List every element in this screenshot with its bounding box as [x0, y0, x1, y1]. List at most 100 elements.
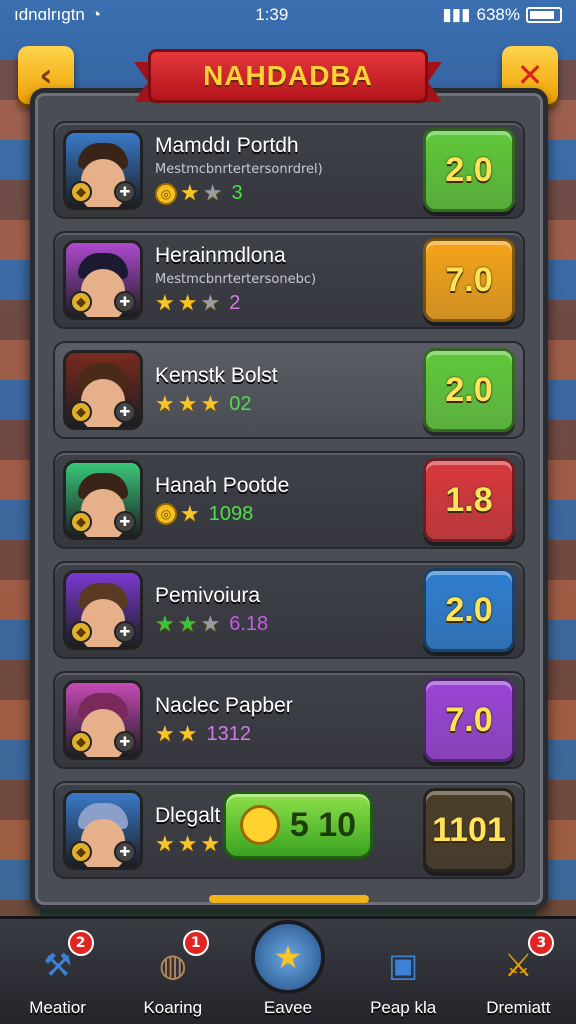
player-name: Kemstk Bolst [155, 363, 278, 387]
green-star-icon: ★ [155, 611, 175, 637]
rating-button[interactable]: 2.0 [423, 568, 515, 652]
rank-badge-icon: ◆ [70, 181, 92, 203]
grey-star-icon: ★ [200, 291, 221, 316]
class-badge-icon: ✚ [114, 511, 136, 533]
nav-item-4[interactable]: ▣ Peap kla [353, 936, 453, 1018]
nav-label: Peap kla [370, 998, 437, 1017]
rating-row: ★ ★ 1312 [155, 722, 423, 747]
player-card[interactable]: ◆ ✚ Kemstk Bolst ★ ★ ★ 02 2.0 [53, 341, 525, 439]
rating-button[interactable]: 7.0 [423, 238, 515, 322]
rank-badge-icon: ◆ [70, 401, 92, 423]
player-avatar[interactable]: ◆ ✚ [63, 570, 143, 650]
star-icon: ★ [155, 291, 175, 316]
player-score: 2 [229, 292, 241, 314]
carrier-label: ıdnɑlrıgtn [14, 5, 85, 24]
player-name: Naclec Papber [155, 693, 293, 717]
player-score: 3 [231, 182, 243, 204]
coin-icon [239, 805, 280, 845]
rating-row: ★ ★ ★ 02 [155, 392, 423, 417]
player-info: Hanah Pootde ◎ ★ 1098 [143, 474, 423, 527]
rating-button[interactable]: 2.0 [423, 348, 515, 432]
class-badge-icon: ✚ [114, 181, 136, 203]
player-info: Kemstk Bolst ★ ★ ★ 02 [143, 364, 423, 417]
player-subtitle: Mestmcbnrtertersonebc) [155, 272, 317, 287]
wifi-icon: ◔ [90, 5, 102, 24]
rating-button[interactable]: 2.0 [423, 128, 515, 212]
status-bar: ıdnɑlrıgtn ◔ 1:39 ▮▮▮ 638% [0, 0, 576, 30]
title-ribbon: NAHDADBA [134, 44, 442, 108]
player-avatar[interactable]: ◆ ✚ [63, 130, 143, 210]
player-avatar[interactable]: ◆ ✚ [63, 680, 143, 760]
leaderboard-panel: ◆ ✚ Mamddı Portdh Mestmcbnrtertersonrdrel)… [30, 88, 548, 910]
clock: 1:39 [255, 5, 289, 24]
star-icon: ★ [177, 291, 198, 316]
nav-item-1[interactable]: ⚒ Meatior 2 [8, 930, 108, 1018]
notification-badge: 1 [182, 930, 209, 956]
player-info: Herainmdlona Mestmcbnrtertersonebc) ★ ★ ★ 2 [143, 244, 423, 316]
star-icon: ★ [177, 831, 198, 857]
star-icon: ★ [250, 920, 325, 994]
card-list: ◆ ✚ Mamddı Portdh Mestmcbnrtertersonrdrel)… [53, 121, 525, 879]
player-name: Pemivoiura [155, 583, 261, 607]
star-icon: ★ [155, 831, 175, 857]
star-icon: ★ [155, 721, 175, 747]
green-star-icon: ★ [177, 611, 198, 637]
rank-badge-icon: ◆ [70, 621, 92, 643]
nav-label: Dremiatt [486, 998, 551, 1017]
star-icon: ★ [200, 391, 221, 417]
coin-icon: ◎ [155, 182, 177, 205]
star-icon: ★ [180, 501, 200, 527]
coin-icon: ◎ [155, 503, 177, 525]
player-card[interactable]: ◆ ✚ Mamddı Portdh Mestmcbnrtertersonrdrel)… [53, 121, 525, 219]
bottom-nav: ⚒ Meatior 2 ◍ Koaring 1 ★ Eavee ▣ Peap kla ⚔ D… [0, 916, 576, 1024]
rating-row: ◎ ★ 1098 [155, 502, 423, 527]
player-card[interactable]: ◆ ✚ Herainmdlona Mestmcbnrtertersonebc) ★ ★ ★… [53, 231, 525, 329]
player-info: Naclec Papber ★ ★ 1312 [143, 694, 423, 747]
rating-row: ★ ★ ★ 2 [155, 291, 423, 316]
nav-label: Koaring [143, 998, 203, 1017]
rating-row: ◎ ★ ★ 3 [155, 181, 423, 206]
signal-icon: ▮▮▮ [442, 5, 471, 24]
rating-button[interactable]: 1.8 [423, 458, 515, 542]
player-card[interactable]: ◆ ✚ Hanah Pootde ◎ ★ 1098 1.8 [53, 451, 525, 549]
player-score: 1312 [206, 722, 251, 745]
player-name: Herainmdlona [155, 244, 286, 267]
player-avatar[interactable]: ◆ ✚ [63, 460, 143, 540]
nav-label: Meatior [29, 998, 86, 1017]
player-info: Mamddı Portdh Mestmcbnrtertersonrdrel) ◎ ★ ★… [143, 134, 423, 206]
rating-button[interactable]: 1101 [423, 788, 515, 872]
player-avatar[interactable]: ◆ ✚ [63, 350, 143, 430]
class-badge-icon: ✚ [114, 841, 136, 863]
player-card[interactable]: ◆ ✚ Dlegalt ★ ★ ★ 1101 5 10 [53, 781, 525, 879]
player-card[interactable]: ◆ ✚ Naclec Papber ★ ★ 1312 7.0 [53, 671, 525, 769]
player-score: 6.18 [229, 612, 269, 635]
reward-popup-button[interactable]: 5 10 [223, 791, 373, 859]
reward-value: 5 10 [289, 805, 357, 844]
battery-label: 638% [476, 5, 520, 24]
player-avatar[interactable]: ◆ ✚ [63, 790, 143, 870]
class-badge-icon: ✚ [114, 291, 136, 313]
class-badge-icon: ✚ [114, 621, 136, 643]
class-badge-icon: ✚ [114, 731, 136, 753]
star-icon: ★ [177, 721, 198, 747]
star-icon: ★ [177, 391, 198, 417]
rating-button[interactable]: 7.0 [423, 678, 515, 762]
star-icon: ★ [180, 181, 200, 206]
star-icon: ★ [200, 831, 221, 857]
nav-label: Eavee [263, 998, 313, 1017]
grey-star-icon: ★ [202, 181, 223, 206]
player-score: 1098 [208, 502, 254, 525]
nav-item-2[interactable]: ◍ Koaring 1 [123, 930, 223, 1018]
rank-badge-icon: ◆ [70, 291, 92, 313]
scroll-indicator[interactable] [209, 895, 369, 903]
rank-badge-icon: ◆ [70, 731, 92, 753]
player-name: Mamddı Portdh [155, 134, 299, 157]
player-avatar[interactable]: ◆ ✚ [63, 240, 143, 320]
player-subtitle: Mestmcbnrtertersonrdrel) [155, 162, 323, 177]
rank-badge-icon: ◆ [70, 841, 92, 863]
star-icon: ★ [155, 391, 175, 417]
nav-item-5[interactable]: ⚔ Dremiatt 3 [468, 930, 568, 1018]
player-card[interactable]: ◆ ✚ Pemivoiura ★ ★ ★ 6.18 2.0 [53, 561, 525, 659]
battery-icon [525, 7, 562, 23]
nav-item-3[interactable]: ★ Eavee [238, 920, 338, 1018]
